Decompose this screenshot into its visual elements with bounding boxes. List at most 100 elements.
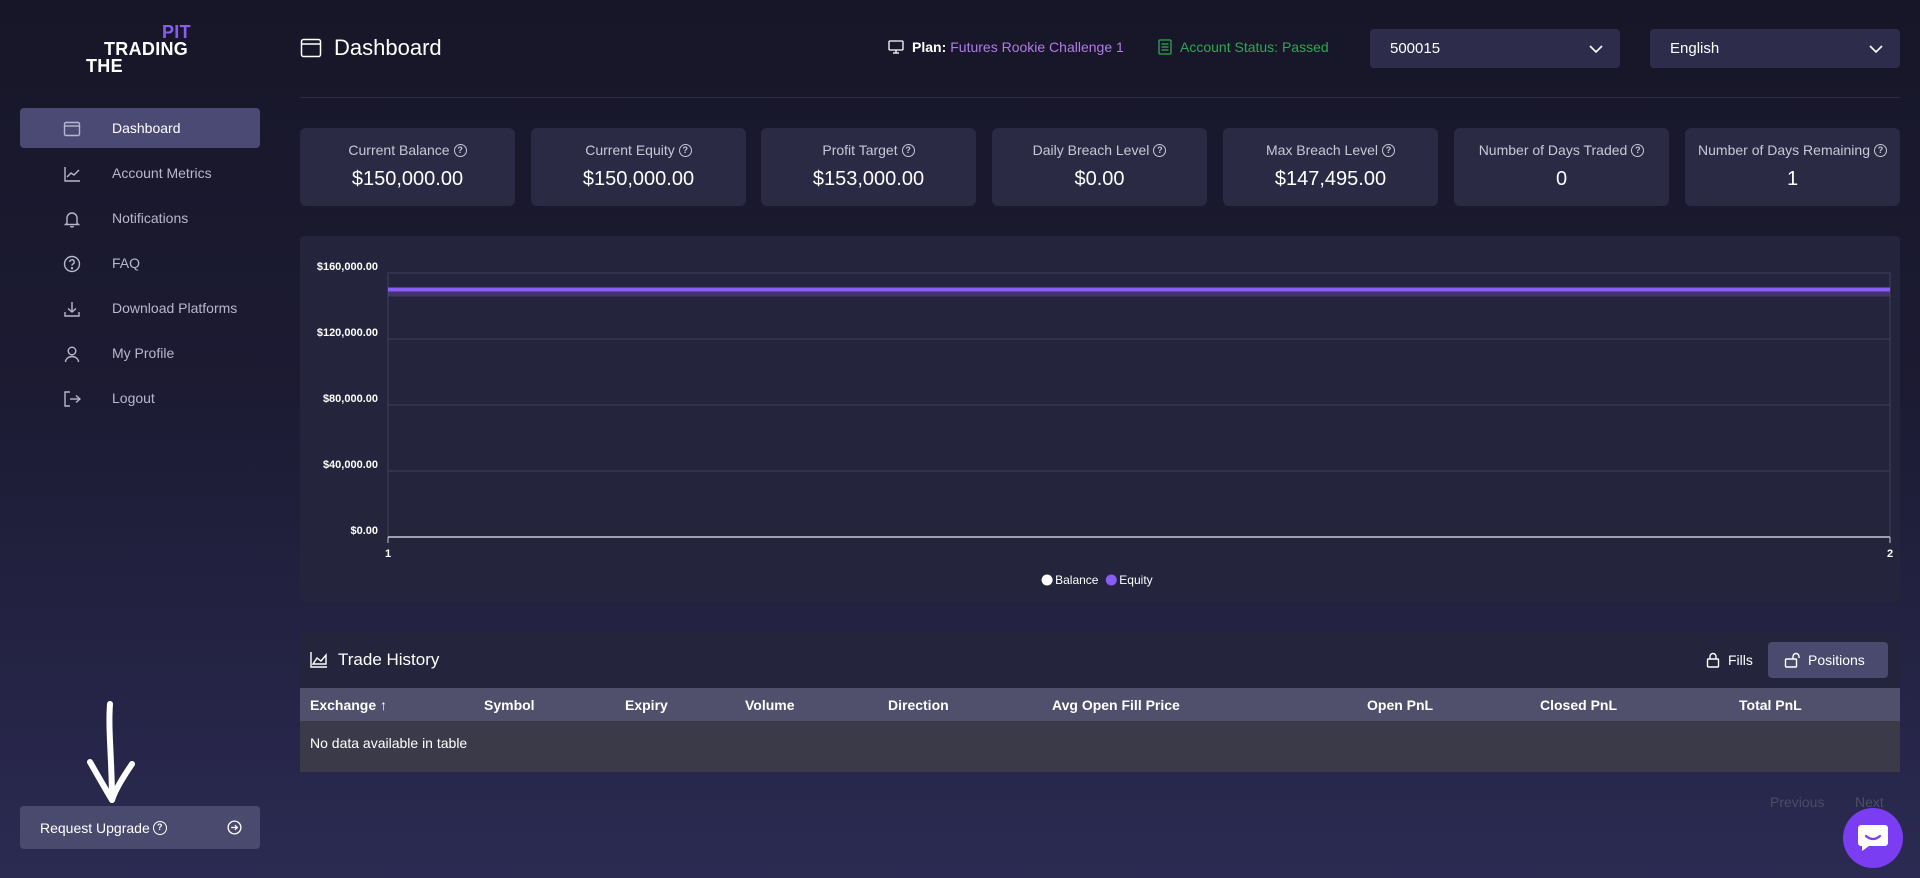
card-label: Number of Days Traded	[1478, 142, 1628, 158]
help-icon[interactable]: ?	[453, 143, 467, 157]
monitor-icon	[888, 40, 904, 54]
y-tick-label: $40,000.00	[323, 459, 378, 471]
sidebar: PIT TRADING THE Dashboard Account Metric…	[0, 0, 280, 878]
card-days-traded: Number of Days Traded? 0	[1454, 128, 1669, 206]
bell-icon	[63, 212, 81, 228]
legend-swatch-balance	[1041, 574, 1053, 586]
account-status: Account Status: Passed	[1158, 39, 1329, 55]
trade-history-title-text: Trade History	[338, 650, 440, 669]
empty-table-message: No data available in table	[310, 735, 468, 751]
help-icon[interactable]: ?	[1631, 143, 1645, 157]
legend-swatch-equity	[1105, 574, 1117, 586]
fills-button[interactable]: Fills	[1690, 642, 1769, 678]
column-header-expiry[interactable]: Expiry	[625, 697, 668, 713]
page-title-text: Dashboard	[334, 35, 442, 60]
lock-icon	[1706, 652, 1720, 668]
column-header-exchange[interactable]: Exchange ↑	[310, 697, 387, 713]
legend-label-balance: Balance	[1055, 573, 1099, 587]
language-select[interactable]: English	[1650, 29, 1900, 68]
column-header-direction[interactable]: Direction	[888, 697, 949, 713]
unlock-icon	[1784, 652, 1800, 668]
column-header-symbol[interactable]: Symbol	[484, 697, 535, 713]
sidebar-item-logout[interactable]: Logout	[20, 378, 260, 418]
column-header-open-pnl[interactable]: Open PnL	[1367, 697, 1433, 713]
card-current-equity: Current Equity? $150,000.00	[531, 128, 746, 206]
page-title: Dashboard	[300, 35, 442, 61]
column-header-avg-open-fill-price[interactable]: Avg Open Fill Price	[1052, 697, 1180, 713]
x-tick-label: 1	[385, 548, 391, 560]
help-icon[interactable]: ?	[901, 143, 915, 157]
chevron-down-icon	[1869, 45, 1883, 54]
positions-button-label: Positions	[1808, 652, 1865, 668]
pagination-previous[interactable]: Previous	[1770, 794, 1824, 810]
card-label: Max Breach Level	[1265, 142, 1379, 158]
help-icon[interactable]: ?	[678, 143, 692, 157]
card-value: $150,000.00	[582, 168, 695, 190]
x-tick-label: 2	[1887, 548, 1893, 560]
sidebar-item-label: My Profile	[112, 345, 175, 361]
card-current-balance: Current Balance? $150,000.00	[300, 128, 515, 206]
plan-info: Plan: Futures Rookie Challenge 1	[888, 39, 1124, 55]
sidebar-item-label: Dashboard	[112, 120, 181, 136]
y-tick-label: $160,000.00	[317, 261, 378, 273]
card-label: Profit Target	[822, 142, 898, 158]
chat-widget-button[interactable]	[1843, 808, 1903, 868]
logo[interactable]: PIT TRADING THE	[86, 22, 206, 76]
column-header-total-pnl[interactable]: Total PnL	[1739, 697, 1802, 713]
chart-line-icon	[64, 167, 80, 182]
card-label: Current Balance	[348, 142, 450, 158]
plan-value: Futures Rookie Challenge 1	[950, 39, 1124, 55]
hand-drawn-arrow-icon	[87, 701, 135, 803]
sidebar-nav: Dashboard Account Metrics Notifications …	[20, 108, 260, 423]
language-select-value: English	[1670, 40, 1720, 57]
legend-label-equity: Equity	[1119, 573, 1152, 587]
card-value: $0.00	[1074, 168, 1125, 190]
column-header-closed-pnl[interactable]: Closed PnL	[1540, 697, 1617, 713]
sidebar-item-account-metrics[interactable]: Account Metrics	[20, 153, 260, 193]
column-header-volume[interactable]: Volume	[745, 697, 795, 713]
sidebar-item-label: Download Platforms	[112, 300, 238, 316]
fills-button-label: Fills	[1728, 652, 1753, 668]
chart-svg: $160,000.00 $120,000.00 $80,000.00 $40,000.…	[317, 261, 1893, 587]
card-value: 1	[1786, 168, 1799, 190]
trade-history-panel: Trade History Fills Positions Exchange ↑…	[300, 632, 1900, 772]
card-label: Number of Days Remaining	[1698, 142, 1870, 158]
positions-button[interactable]: Positions	[1768, 642, 1888, 678]
account-select[interactable]: 500015	[1370, 29, 1620, 68]
table-body: No data available in table	[300, 721, 1900, 772]
request-upgrade-button[interactable]: Request Upgrade ?	[20, 806, 260, 849]
list-icon	[1158, 39, 1172, 55]
logout-icon	[64, 391, 81, 407]
header: Dashboard Plan: Futures Rookie Challenge…	[300, 0, 1900, 98]
help-icon[interactable]: ?	[152, 820, 167, 835]
calendar-icon	[63, 121, 81, 137]
request-upgrade-label: Request Upgrade	[40, 819, 150, 836]
question-icon	[63, 255, 81, 273]
help-icon[interactable]: ?	[1873, 143, 1887, 157]
card-label: Current Equity	[585, 142, 675, 158]
chevron-down-icon	[1589, 45, 1603, 54]
account-select-value: 500015	[1390, 40, 1441, 57]
card-value: 0	[1555, 168, 1568, 190]
card-value: $153,000.00	[812, 168, 925, 190]
y-tick-label: $0.00	[350, 525, 378, 537]
balance-equity-chart: $160,000.00 $120,000.00 $80,000.00 $40,000.…	[300, 236, 1900, 602]
y-tick-label: $120,000.00	[317, 327, 378, 339]
sidebar-item-label: Logout	[112, 390, 155, 406]
user-icon	[64, 346, 80, 363]
card-daily-breach-level: Daily Breach Level? $0.00	[992, 128, 1207, 206]
help-icon[interactable]: ?	[1153, 143, 1167, 157]
help-icon[interactable]: ?	[1382, 143, 1396, 157]
sidebar-item-notifications[interactable]: Notifications	[20, 198, 260, 238]
sidebar-item-my-profile[interactable]: My Profile	[20, 333, 260, 373]
sidebar-item-faq[interactable]: FAQ	[20, 243, 260, 283]
sidebar-item-download-platforms[interactable]: Download Platforms	[20, 288, 260, 328]
card-value: $150,000.00	[351, 168, 464, 190]
calendar-icon	[300, 38, 322, 58]
arrow-circle-right-icon	[227, 820, 242, 835]
sidebar-item-dashboard[interactable]: Dashboard	[20, 108, 260, 148]
trade-history-title: Trade History	[310, 650, 439, 670]
y-tick-label: $80,000.00	[323, 393, 378, 405]
sidebar-item-label: FAQ	[112, 255, 141, 271]
plan-key: Plan:	[912, 39, 947, 55]
